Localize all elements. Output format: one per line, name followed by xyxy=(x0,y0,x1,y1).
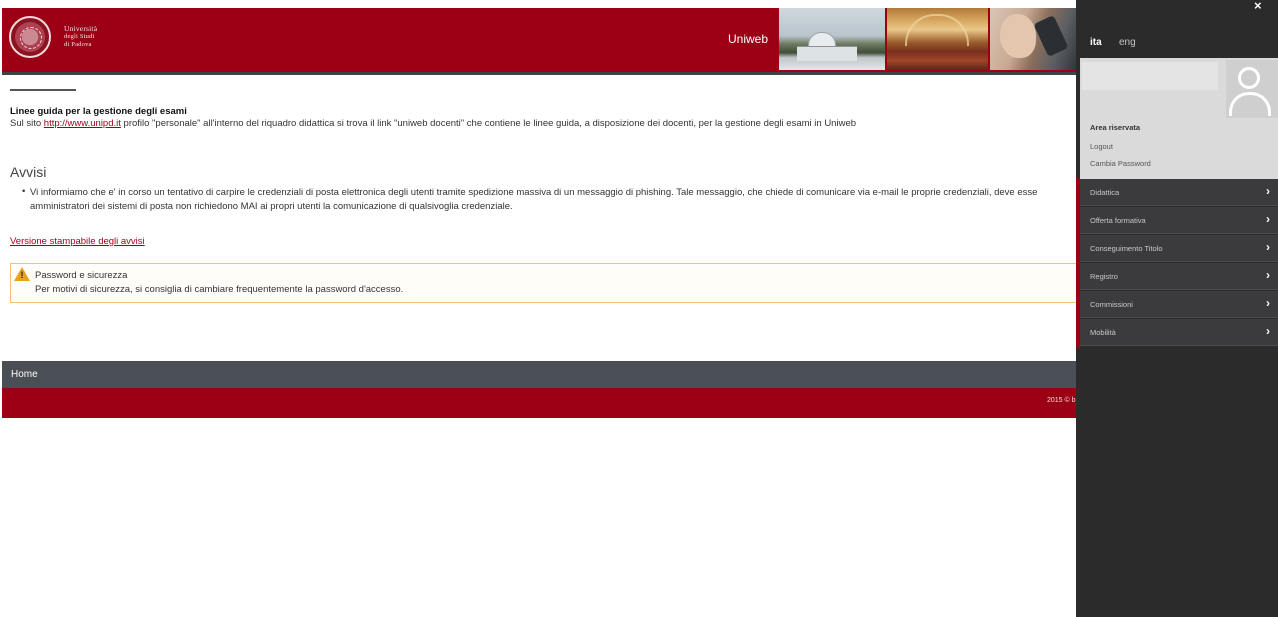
logo-line-1: Università xyxy=(64,24,98,33)
university-seal-logo[interactable] xyxy=(9,16,51,58)
print-avvisi-link[interactable]: Versione stampabile degli avvisi xyxy=(10,236,145,247)
unipd-link[interactable]: http://www.unipd.it xyxy=(44,118,121,129)
menu-item-didattica[interactable]: Didattica › xyxy=(1080,179,1278,206)
guide-title: Linee guida per la gestione degli esami xyxy=(10,106,187,117)
guide-text: Sul sito http://www.unipd.it profilo "pe… xyxy=(10,118,856,129)
user-name-placeholder xyxy=(1082,62,1218,90)
bullet-icon: • xyxy=(22,186,26,197)
footer-band xyxy=(2,388,1078,418)
home-link[interactable]: Home xyxy=(11,369,38,380)
chevron-right-icon: › xyxy=(1266,184,1270,198)
close-icon[interactable]: × xyxy=(1254,0,1262,12)
language-eng[interactable]: eng xyxy=(1119,37,1136,48)
user-icon-head xyxy=(1238,67,1260,89)
avvisi-heading: Avvisi xyxy=(10,164,47,180)
chevron-right-icon: › xyxy=(1266,240,1270,254)
menu-item-label: Offerta formativa xyxy=(1090,216,1146,225)
copyright-text: 2015 © b xyxy=(1047,397,1076,404)
menu-item-registro[interactable]: Registro › xyxy=(1080,263,1278,290)
footer-nav-bar xyxy=(2,361,1078,388)
menu-item-label: Registro xyxy=(1090,272,1118,281)
chevron-right-icon: › xyxy=(1266,212,1270,226)
logo-line-3: di Padova xyxy=(64,41,92,48)
chevron-right-icon: › xyxy=(1266,324,1270,338)
menu-item-offerta-formativa[interactable]: Offerta formativa › xyxy=(1080,207,1278,234)
menu-item-label: Commissioni xyxy=(1090,300,1133,309)
chevron-right-icon: › xyxy=(1266,296,1270,310)
app-title: Uniweb xyxy=(728,32,769,46)
guide-text-before: Sul sito xyxy=(10,118,44,129)
security-alert-box xyxy=(10,263,1076,303)
warning-icon-mark: ! xyxy=(20,270,24,280)
guide-text-after: profilo "personale" all'interno del riqu… xyxy=(120,118,857,129)
change-password-link[interactable]: Cambia Password xyxy=(1090,159,1151,168)
observatory-building-shape xyxy=(797,46,857,61)
menu-item-commissioni[interactable]: Commissioni › xyxy=(1080,291,1278,318)
menu-item-mobilita[interactable]: Mobilità › xyxy=(1080,319,1278,346)
menu-item-label: Conseguimento Titolo xyxy=(1090,244,1163,253)
logo-line-2: degli Studi xyxy=(64,33,95,40)
menu-item-label: Mobilità xyxy=(1090,328,1116,337)
alert-title: Password e sicurezza xyxy=(35,270,128,281)
menu-item-conseguimento-titolo[interactable]: Conseguimento Titolo › xyxy=(1080,235,1278,262)
university-logo-text[interactable]: Università degli Studi di Padova xyxy=(64,25,97,49)
menu-item-label: Didattica xyxy=(1090,188,1120,197)
header-divider xyxy=(2,72,1078,75)
language-ita[interactable]: ita xyxy=(1090,37,1102,48)
area-riservata-label: Area riservata xyxy=(1090,123,1141,132)
content-divider xyxy=(10,89,76,91)
researcher-face-shape xyxy=(1000,14,1036,58)
alert-text: Per motivi di sicurezza, si consiglia di… xyxy=(35,284,404,295)
logout-link[interactable]: Logout xyxy=(1090,142,1113,151)
avviso-item: Vi informiamo che e' in corso un tentati… xyxy=(30,187,1038,212)
chevron-right-icon: › xyxy=(1266,268,1270,282)
